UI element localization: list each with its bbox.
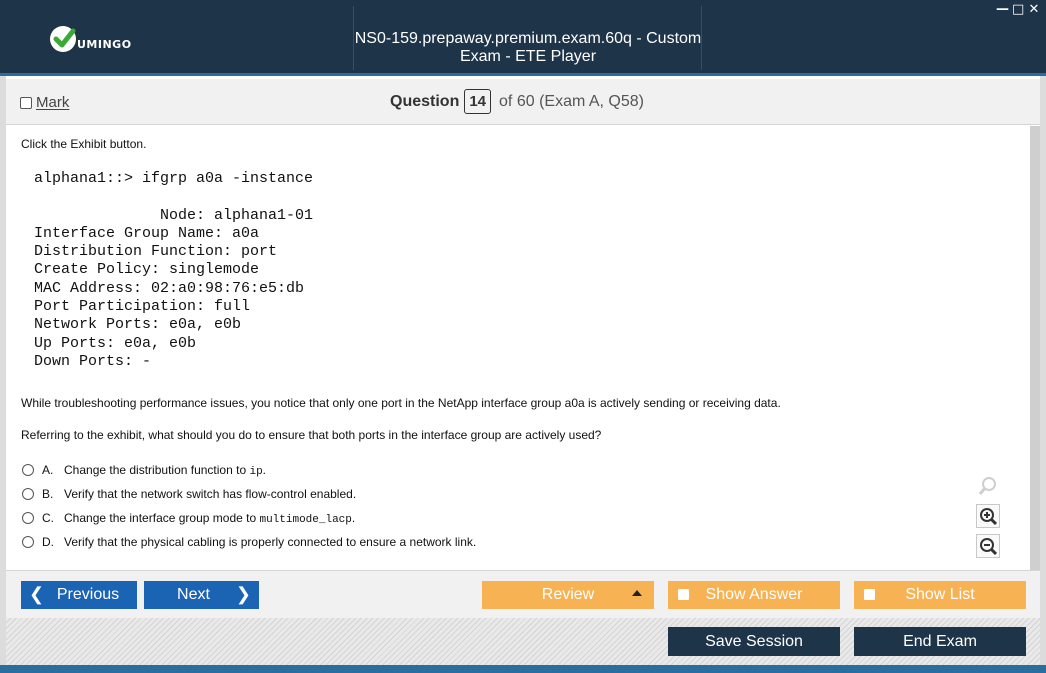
radio-button[interactable] <box>22 488 34 500</box>
logo-check-icon <box>50 26 76 52</box>
question-header: Mark Question 14 of 60 (Exam A, Q58) <box>6 79 1040 125</box>
checkbox-icon <box>864 589 875 600</box>
minimize-icon[interactable]: — <box>996 3 1009 17</box>
answer-text: Change the distribution function to ip. <box>64 463 266 478</box>
answer-suffix: . <box>262 462 267 477</box>
answer-option-b[interactable]: B. Verify that the network switch has fl… <box>22 482 476 506</box>
answer-letter: B. <box>42 487 54 501</box>
zoom-out-icon[interactable] <box>976 534 1000 558</box>
answer-code: multimode_lacp <box>259 513 352 526</box>
window-title: NS0-159.prepaway.premium.exam.60q - Cust… <box>354 30 702 65</box>
magnifier-icon <box>976 474 1000 498</box>
radio-button[interactable] <box>22 512 34 524</box>
app-logo: UMINGO <box>50 26 132 52</box>
show-list-label: Show List <box>905 586 975 603</box>
answer-suffix: . <box>351 510 356 525</box>
answer-letter: A. <box>42 463 54 477</box>
question-prompt: Referring to the exhibit, what should yo… <box>21 428 602 442</box>
window-controls: — □ ✕ <box>996 3 1040 17</box>
exhibit-instruction: Click the Exhibit button. <box>21 137 147 151</box>
answer-letter: C. <box>42 511 54 525</box>
answer-code: ip <box>249 465 263 478</box>
maximize-icon[interactable]: □ <box>1012 3 1024 17</box>
radio-button[interactable] <box>22 536 34 548</box>
chevron-left-icon: ❮ <box>29 584 45 604</box>
answer-option-d[interactable]: D. Verify that the physical cabling is p… <box>22 530 476 554</box>
question-label: Question <box>390 92 460 110</box>
answer-text-part: Change the interface group mode to <box>64 510 260 525</box>
question-paragraph: While troubleshooting performance issues… <box>21 396 781 410</box>
zoom-in-icon[interactable] <box>976 504 1000 528</box>
previous-label: Previous <box>56 586 120 603</box>
exhibit-text: alphana1::> ifgrp a0a -instance Node: al… <box>34 170 314 370</box>
radio-button[interactable] <box>22 464 34 476</box>
review-button[interactable]: Review <box>482 581 654 609</box>
show-answer-label: Show Answer <box>705 586 803 603</box>
answer-option-a[interactable]: A. Change the distribution function to i… <box>22 458 476 482</box>
answer-list: A. Change the distribution function to i… <box>22 458 476 554</box>
logo-text: UMINGO <box>77 38 132 51</box>
mark-checkbox[interactable]: Mark <box>20 94 69 111</box>
next-button[interactable]: Next ❯ <box>144 581 259 609</box>
checkbox-icon <box>678 589 689 600</box>
window-border-right <box>1040 76 1046 666</box>
question-content: Click the Exhibit button. alphana1::> if… <box>6 126 1028 570</box>
question-of-label: of 60 (Exam A, Q58) <box>499 92 644 110</box>
next-label: Next <box>177 586 210 603</box>
caret-up-icon <box>632 590 642 596</box>
mark-label: Mark <box>36 94 70 111</box>
show-list-button[interactable]: Show List <box>854 581 1026 609</box>
answer-option-c[interactable]: C. Change the interface group mode to mu… <box>22 506 476 530</box>
checkbox-icon[interactable] <box>20 96 32 109</box>
answer-text-part: Change the distribution function to <box>64 462 250 477</box>
previous-button[interactable]: ❮ Previous <box>21 581 137 609</box>
answer-letter: D. <box>42 535 54 549</box>
question-counter: Question 14 of 60 (Exam A, Q58) <box>390 89 644 114</box>
question-number-input[interactable]: 14 <box>464 89 492 114</box>
vertical-scrollbar[interactable] <box>1030 126 1040 570</box>
navigation-bar: ❮ Previous Next ❯ Review Show Answer Sho… <box>6 570 1040 618</box>
chevron-right-icon: ❯ <box>235 584 251 604</box>
title-bar: UMINGO NS0-159.prepaway.premium.exam.60q… <box>0 0 1046 76</box>
window-border-bottom <box>0 665 1046 673</box>
end-exam-button[interactable]: End Exam <box>854 627 1026 656</box>
save-session-button[interactable]: Save Session <box>668 627 840 656</box>
answer-text: Verify that the network switch has flow-… <box>64 487 357 501</box>
footer-bar: Save Session End Exam <box>6 618 1040 665</box>
answer-text: Change the interface group mode to multi… <box>64 511 355 526</box>
answer-text: Verify that the physical cabling is prop… <box>64 535 477 549</box>
close-icon[interactable]: ✕ <box>1028 3 1040 17</box>
show-answer-button[interactable]: Show Answer <box>668 581 840 609</box>
review-label: Review <box>541 586 595 603</box>
